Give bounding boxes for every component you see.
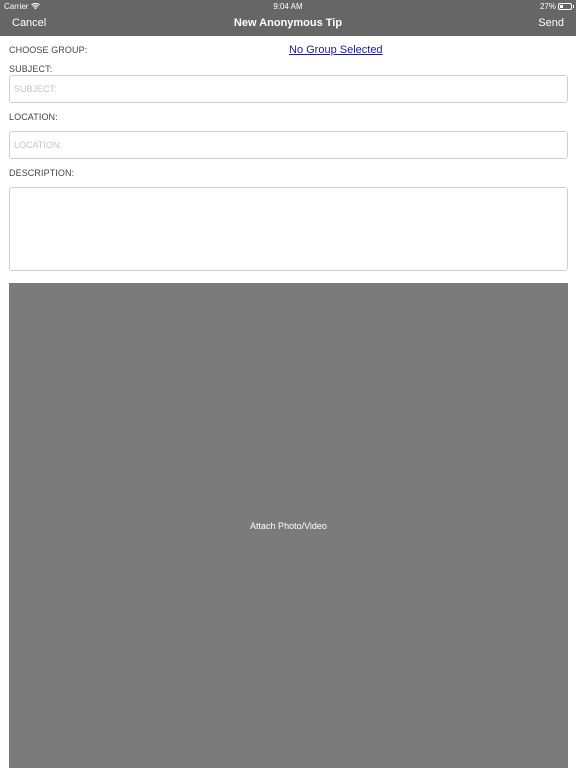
top-bar: Carrier 9:04 AM 27% Cancel New Anonymous… (0, 0, 576, 36)
battery-indicator: 27% (539, 2, 574, 11)
attach-photo-video-button[interactable]: Attach Photo/Video (9, 283, 568, 768)
battery-fill (560, 5, 563, 8)
new-tip-screen: Carrier 9:04 AM 27% Cancel New Anonymous… (0, 0, 576, 768)
navigation-bar: Cancel New Anonymous Tip Send (0, 14, 576, 34)
subject-input[interactable] (9, 75, 568, 103)
status-bar: Carrier 9:04 AM 27% (0, 0, 576, 12)
description-label: DESCRIPTION: (9, 168, 75, 178)
attach-label: Attach Photo/Video (250, 520, 327, 531)
battery-icon (558, 3, 574, 10)
group-selector-link[interactable]: No Group Selected (289, 44, 383, 56)
location-input[interactable] (9, 131, 568, 159)
location-label: LOCATION: (9, 112, 58, 122)
subject-label: SUBJECT: (9, 64, 53, 74)
clock: 9:04 AM (273, 2, 303, 11)
page-title: New Anonymous Tip (233, 17, 343, 29)
choose-group-label: CHOOSE GROUP: (9, 45, 88, 55)
description-textarea[interactable] (9, 187, 568, 271)
battery-percent: 27% (539, 2, 556, 11)
send-button[interactable]: Send (538, 17, 564, 29)
